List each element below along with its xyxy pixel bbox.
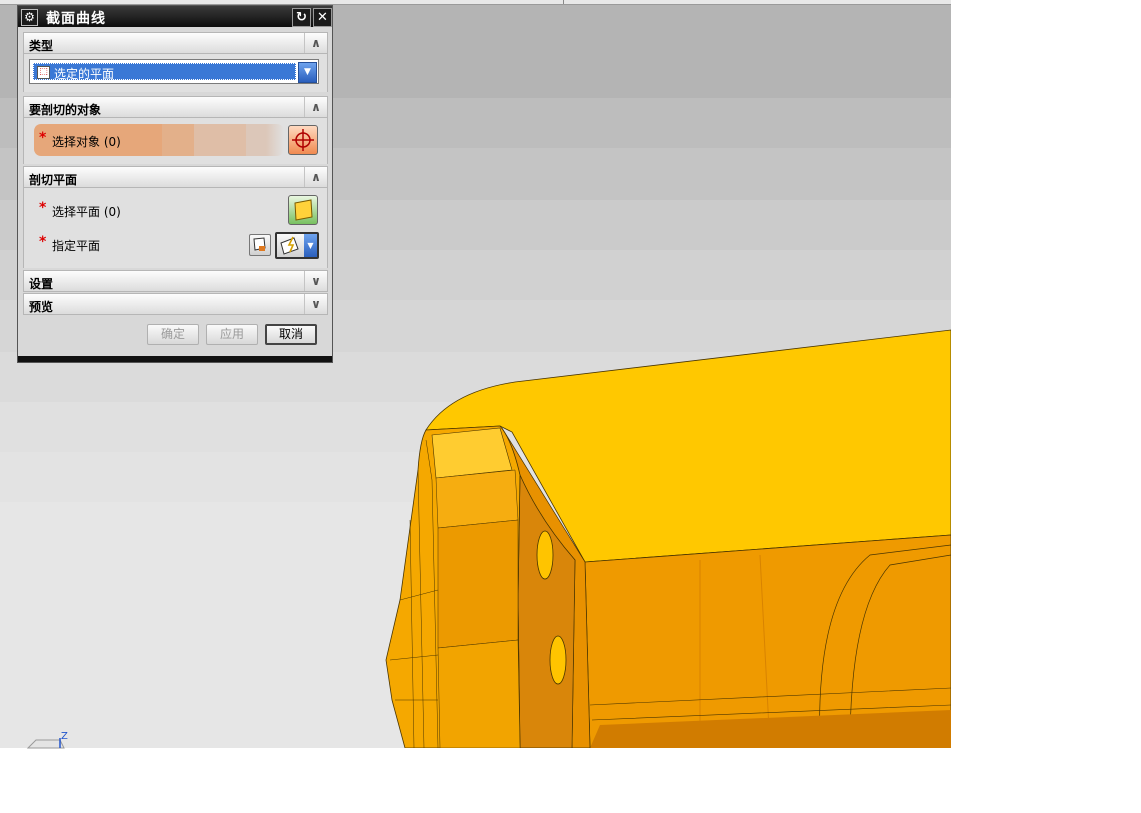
dialog-title: 截面曲线 [46,11,106,27]
section-label-type: 类型 [29,39,54,53]
required-marker: * [39,130,47,146]
section-label-objects: 要剖切的对象 [29,103,102,117]
plane-type-icon: ⬚ [37,66,50,79]
plane-select-icon[interactable] [288,195,318,225]
type-select[interactable]: ⬚ 选定的平面 ▼ [29,59,319,84]
reset-icon[interactable]: ↻ [292,8,311,27]
chevron-up-icon[interactable]: ∧ [304,33,327,53]
section-label-plane: 剖切平面 [29,173,78,187]
section-header-preview[interactable]: 预览 ∨ [23,293,328,315]
gear-icon[interactable]: ⚙ [21,9,38,26]
axis-z-label: Z [61,731,68,742]
apply-button[interactable]: 应用 [206,324,258,345]
dialog-titlebar[interactable]: ⚙ 截面曲线 ↻ ✕ [18,6,332,27]
section-header-plane[interactable]: 剖切平面 ∧ [23,166,328,188]
ok-button[interactable]: 确定 [147,324,199,345]
specify-plane-label: 指定平面 [52,239,101,253]
chevron-down-icon[interactable]: ∨ [304,271,327,291]
dialog-bottom-bar [18,356,332,362]
chevron-down-icon[interactable]: ∨ [304,294,327,314]
chevron-down-icon[interactable]: ▼ [298,62,317,83]
type-select-text: 选定的平面 [54,67,115,81]
section-label-settings: 设置 [29,277,54,291]
section-header-settings[interactable]: 设置 ∨ [23,270,328,292]
close-icon[interactable]: ✕ [313,8,332,27]
section-curve-dialog[interactable]: ⚙ 截面曲线 ↻ ✕ 类型 ∧ ⬚ 选定的平面 ▼ 要剖切的对象 ∧ * 选择对… [17,5,333,363]
section-header-objects[interactable]: 要剖切的对象 ∧ [23,96,328,118]
select-object-label: 选择对象 (0) [52,135,121,149]
chevron-up-icon[interactable]: ∧ [304,97,327,117]
section-label-preview: 预览 [29,300,54,314]
chevron-down-icon[interactable]: ▼ [304,234,317,257]
required-marker: * [39,200,47,216]
plane-dialog-icon[interactable] [249,234,271,256]
section-header-type[interactable]: 类型 ∧ [23,32,328,54]
inferred-plane-dropdown[interactable]: ▼ [275,232,319,259]
crosshair-icon[interactable] [288,125,318,155]
type-select-value[interactable]: ⬚ 选定的平面 [33,63,296,81]
select-plane-label: 选择平面 (0) [52,205,121,219]
cancel-button[interactable]: 取消 [265,324,317,345]
required-marker: * [39,234,47,250]
chevron-up-icon[interactable]: ∧ [304,167,327,187]
axis-triad-icon [26,738,65,749]
